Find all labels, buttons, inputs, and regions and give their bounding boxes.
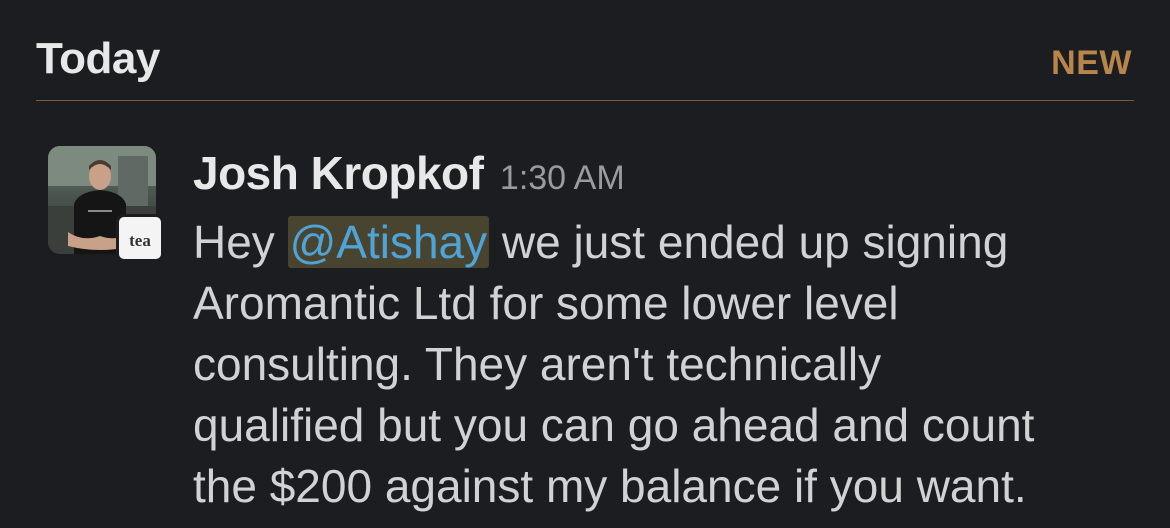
user-mention[interactable]: @Atishay — [287, 216, 490, 268]
message-header: Josh Kropkof 1:30 AM — [193, 146, 625, 200]
sender-name[interactable]: Josh Kropkof — [193, 147, 484, 199]
new-messages-badge[interactable]: NEW — [1051, 44, 1132, 83]
day-divider: Today NEW — [36, 30, 1134, 101]
message-text-start: Hey — [193, 216, 288, 268]
message-timestamp[interactable]: 1:30 AM — [500, 159, 625, 197]
app-badge-label: tea — [129, 231, 151, 250]
message-text: Hey @Atishay we just ended up signing Ar… — [193, 212, 1153, 517]
day-label: Today — [36, 34, 160, 83]
app-badge-icon: tea — [116, 214, 164, 262]
